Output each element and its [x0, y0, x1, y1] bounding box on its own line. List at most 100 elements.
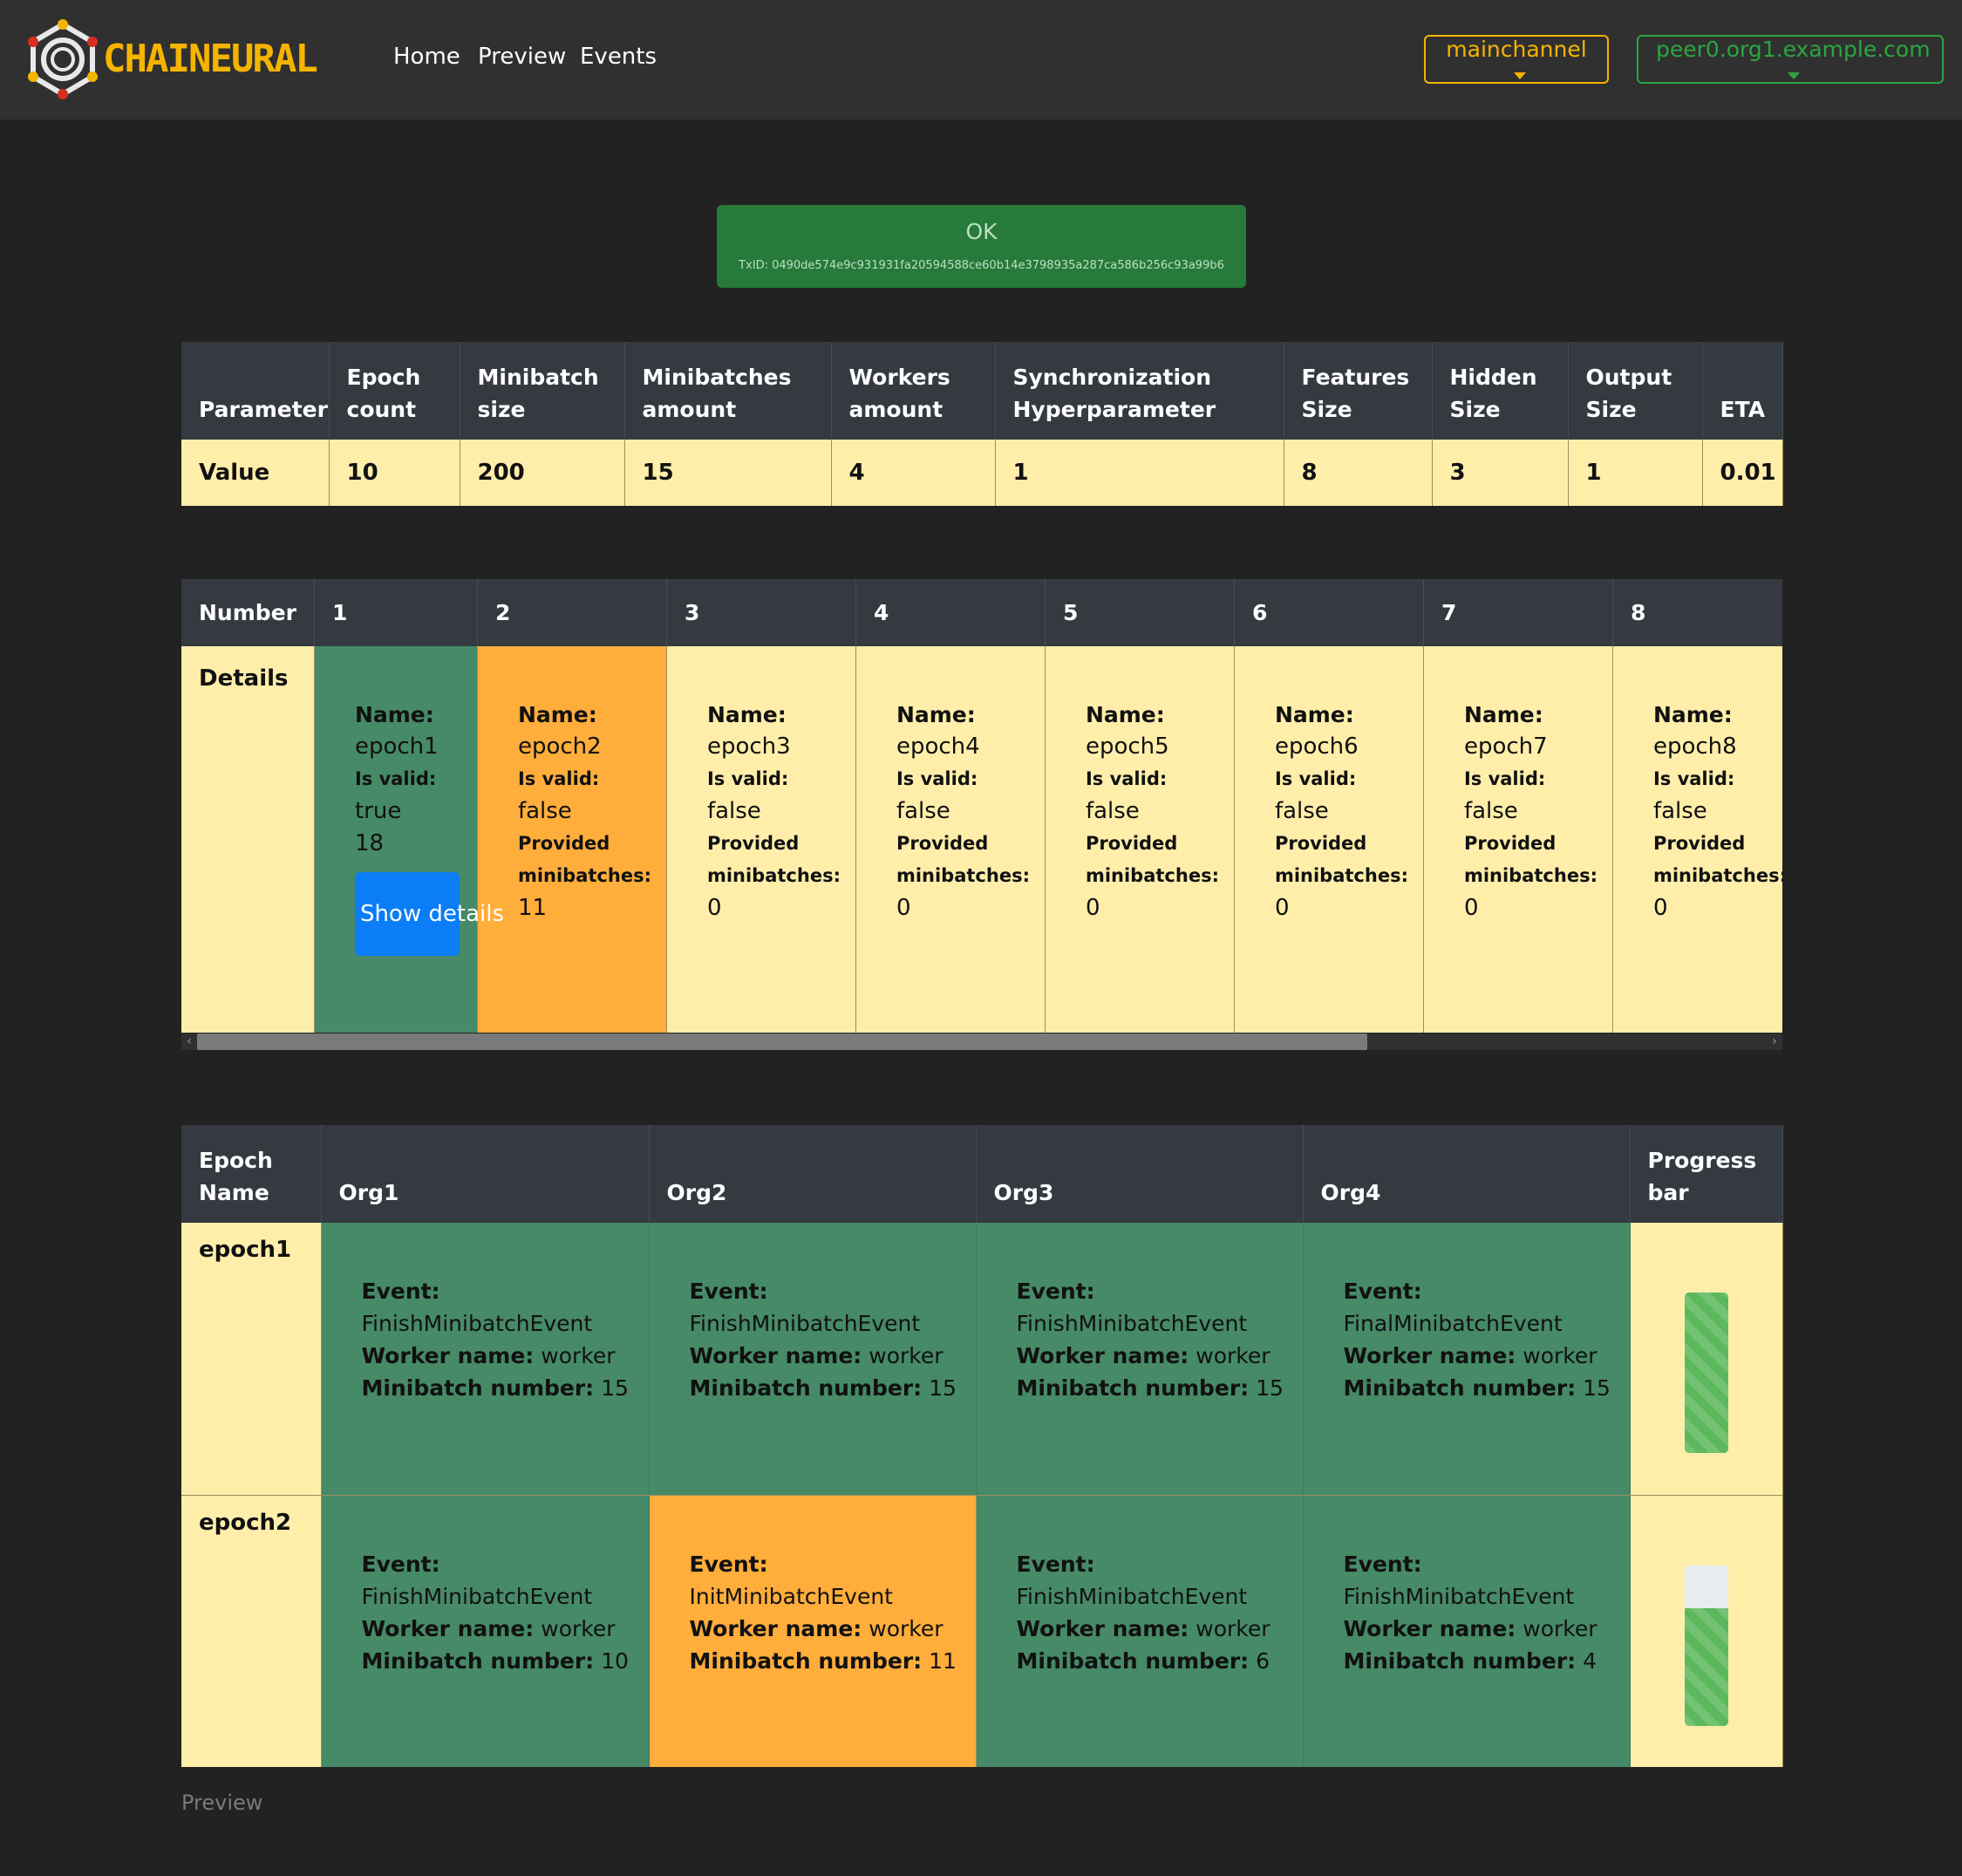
worker-label: Worker name: — [361, 1343, 535, 1368]
brand-name[interactable]: CHAINEURAL — [103, 35, 318, 84]
peer-dropdown[interactable]: peer0.org1.example.com — [1637, 35, 1944, 84]
name-label: Name: — [896, 702, 976, 727]
scrollbar-thumb[interactable] — [197, 1034, 1367, 1050]
channel-dropdown[interactable]: mainchannel — [1424, 35, 1609, 84]
epoch-provided: 0 — [706, 895, 722, 921]
epoch-detail-cell: Name: epoch2 Is valid: false Provided mi… — [477, 646, 667, 1033]
event-type: InitMinibatchEvent — [689, 1583, 893, 1609]
epoch-number: 8 — [1612, 579, 1782, 646]
minibatch-number: 6 — [1256, 1647, 1271, 1674]
epoch-number: 4 — [855, 579, 1046, 646]
valid-label: Is valid: — [354, 768, 437, 789]
show-details-button[interactable]: Show details — [354, 872, 504, 956]
name-label: Name: — [517, 702, 597, 727]
epoch-number: 7 — [1423, 579, 1613, 646]
event-label: Event: — [1343, 1279, 1422, 1304]
parameters-header-row: Parameter Epoch count Minibatch size Min… — [181, 342, 1783, 440]
event-type: FinishMinibatchEvent — [361, 1311, 593, 1336]
caret-down-icon — [1514, 72, 1526, 79]
epoch-valid: false — [896, 798, 950, 824]
event-cell: Event: FinishMinibatchEvent Worker name:… — [976, 1495, 1304, 1767]
param-value: 0.01 — [1702, 440, 1783, 506]
epoch-number: 2 — [477, 579, 667, 646]
param-header: Epoch count — [329, 342, 460, 440]
param-header: Hidden Size — [1432, 342, 1569, 440]
valid-label: Is valid: — [706, 768, 789, 789]
epoch-detail-cell: Name: epoch8 Is valid: false Provided mi… — [1612, 646, 1782, 1033]
horizontal-scrollbar[interactable]: ‹ › — [181, 1034, 1782, 1050]
minibatch-label: Minibatch number: — [1016, 1647, 1250, 1674]
event-label: Event: — [361, 1279, 440, 1304]
provided-label: Provided minibatches: — [1274, 833, 1408, 886]
epoch-detail-cell: Name: epoch5 Is valid: false Provided mi… — [1045, 646, 1235, 1033]
minibatch-number: 15 — [929, 1375, 957, 1401]
epoch-number: 1 — [314, 579, 478, 646]
provided-label: Provided minibatches: — [1652, 833, 1782, 886]
scroll-right-icon[interactable]: › — [1768, 1034, 1781, 1050]
org2-header: Org2 — [649, 1125, 977, 1223]
minibatch-number: 11 — [929, 1647, 957, 1674]
event-label: Event: — [1343, 1551, 1422, 1577]
provided-label: Provided minibatches: — [1463, 833, 1598, 886]
worker-label: Worker name: — [1016, 1615, 1189, 1641]
epoch-name: epoch5 — [1085, 733, 1169, 760]
epoch-detail-cell: Name: epoch6 Is valid: false Provided mi… — [1234, 646, 1424, 1033]
param-value: 8 — [1284, 440, 1433, 506]
epoch-name: epoch4 — [896, 733, 980, 760]
number-header: Number — [181, 579, 315, 646]
epoch-name: epoch1 — [354, 733, 439, 760]
event-cell: Event: FinishMinibatchEvent Worker name:… — [649, 1223, 977, 1496]
chaineural-logo-icon[interactable] — [19, 16, 106, 103]
event-cell: Event: FinishMinibatchEvent Worker name:… — [976, 1223, 1304, 1496]
event-type: FinishMinibatchEvent — [361, 1583, 593, 1609]
nav-home[interactable]: Home — [393, 44, 460, 70]
event-label: Event: — [689, 1279, 768, 1304]
alert-title: OK — [965, 219, 998, 244]
epoch-valid: false — [1274, 798, 1329, 824]
epoch-valid: false — [1463, 798, 1518, 824]
worker-name: worker — [869, 1343, 944, 1368]
caret-down-icon — [1788, 72, 1800, 79]
name-label: Name: — [1274, 702, 1354, 727]
nav-events[interactable]: Events — [580, 44, 657, 70]
name-label: Name: — [706, 702, 787, 727]
progress-bar — [1684, 1293, 1728, 1453]
event-label: Event: — [361, 1551, 440, 1577]
epoch-detail-cell: Name: epoch3 Is valid: false Provided mi… — [666, 646, 856, 1033]
epoch-valid: false — [706, 798, 761, 824]
epochs-table-container[interactable]: Number 1 2 3 4 5 6 7 8 Details Name: epo… — [181, 579, 1782, 1050]
epoch-detail-cell: Name: epoch4 Is valid: false Provided mi… — [855, 646, 1046, 1033]
nav-preview[interactable]: Preview — [478, 44, 566, 70]
epoch-number: 5 — [1045, 579, 1235, 646]
progress-fill — [1684, 1293, 1728, 1453]
param-header: Synchronization Hyperparameter — [995, 342, 1284, 440]
minibatch-number: 15 — [601, 1375, 629, 1401]
progress-header: Progress bar — [1630, 1125, 1783, 1223]
alert-txid: TxID: 0490de574e9c931931fa20594588ce60b1… — [739, 259, 1224, 272]
worker-label: Worker name: — [1343, 1615, 1516, 1641]
worker-label: Worker name: — [1343, 1343, 1516, 1368]
epoch-number: 6 — [1234, 579, 1424, 646]
scroll-left-icon[interactable]: ‹ — [183, 1034, 195, 1050]
param-header: Output Size — [1568, 342, 1703, 440]
progress-bar — [1684, 1565, 1728, 1726]
progress-cell — [1630, 1495, 1783, 1767]
epoch-provided: 18 — [354, 830, 385, 856]
epoch-valid: false — [1085, 798, 1140, 824]
param-value: 1 — [1568, 440, 1703, 506]
event-cell: Event: FinishMinibatchEvent Worker name:… — [321, 1495, 650, 1767]
epoch-detail-cell: Name: epoch7 Is valid: false Provided mi… — [1423, 646, 1613, 1033]
param-header: Workers amount — [831, 342, 996, 440]
event-cell: Event: FinalMinibatchEvent Worker name: … — [1303, 1223, 1631, 1496]
provided-label: Provided minibatches: — [896, 833, 1030, 886]
table-row: epoch2 Event: FinishMinibatchEvent Worke… — [181, 1495, 1783, 1767]
epoch-name-header: Epoch Name — [181, 1125, 322, 1223]
epoch-valid: true — [354, 798, 402, 824]
epoch-provided: 0 — [1463, 895, 1479, 921]
epoch-valid: false — [1652, 798, 1707, 824]
epoch-name-cell: epoch1 — [181, 1223, 322, 1496]
epochs-number-row: Number 1 2 3 4 5 6 7 8 — [181, 579, 1782, 646]
event-type: FinishMinibatchEvent — [1343, 1583, 1575, 1609]
footer-text: Preview — [181, 1791, 263, 1815]
event-type: FinalMinibatchEvent — [1343, 1311, 1563, 1336]
